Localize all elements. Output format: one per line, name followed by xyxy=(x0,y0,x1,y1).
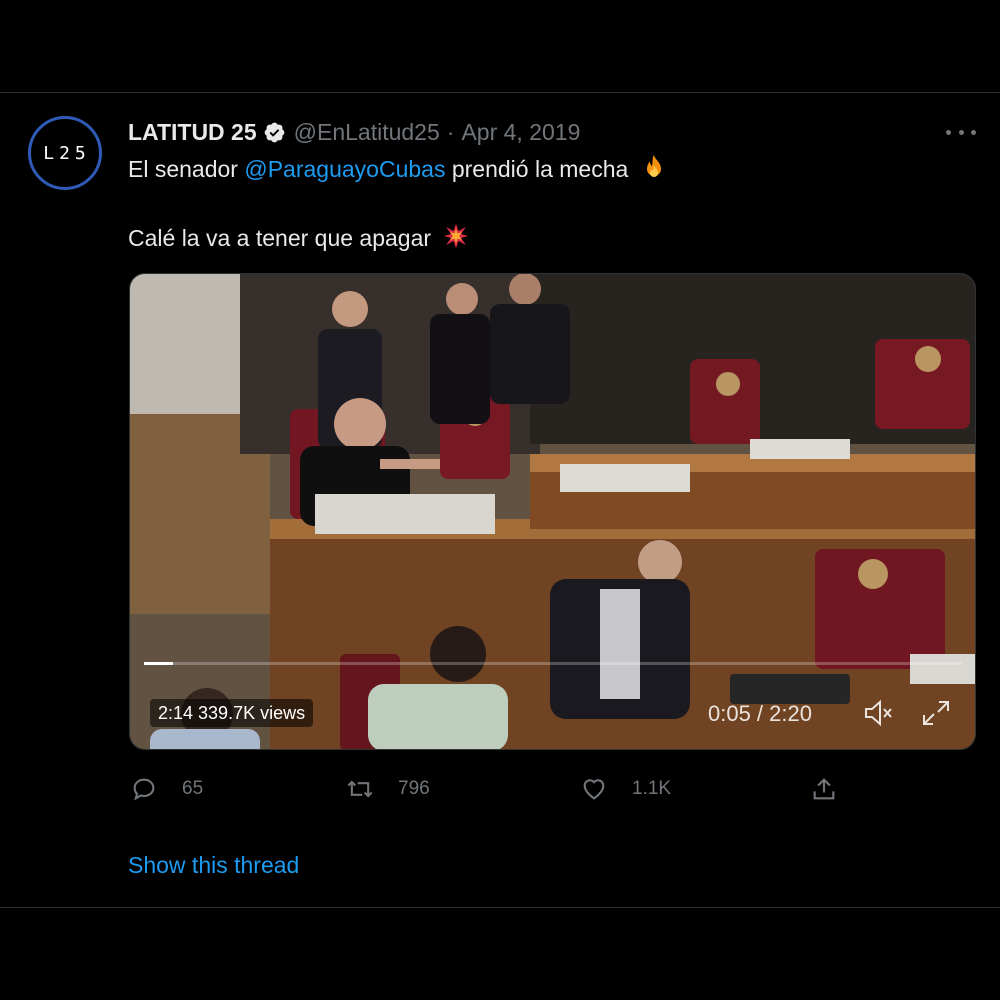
share-button[interactable] xyxy=(810,772,838,806)
reply-count: 65 xyxy=(182,778,204,799)
tweet-text-suffix: prendió la mecha xyxy=(451,156,629,182)
video-duration-views-badge: 2:14 339.7K views xyxy=(150,699,314,727)
avatar-logo-text: L25 xyxy=(43,142,91,164)
video-frame xyxy=(130,274,975,749)
tweet-text-second: Calé la va a tener que apagar xyxy=(128,225,432,251)
tweet-date[interactable]: Apr 4, 2019 xyxy=(461,119,580,146)
show-thread-link[interactable]: Show this thread xyxy=(128,852,299,879)
header-separator: · xyxy=(446,118,455,145)
fire-emoji-icon xyxy=(646,155,661,177)
author-name[interactable]: LATITUD 25 xyxy=(128,119,257,146)
retweet-count: 796 xyxy=(398,778,430,799)
video-progress-fill xyxy=(144,662,174,665)
video-timer: 0:05 / 2:20 xyxy=(708,701,812,726)
reply-button[interactable]: 65 xyxy=(130,772,203,806)
mention-link[interactable]: @ParaguayoCubas xyxy=(244,156,445,182)
more-options-icon[interactable] xyxy=(946,120,976,144)
avatar[interactable]: L25 xyxy=(28,116,102,190)
tweet-text-prefix: El senador xyxy=(128,156,238,182)
tweet-actions: 65 796 1.1K xyxy=(0,772,1000,806)
collision-emoji-icon xyxy=(444,224,469,248)
tweet-text-line-1: El senador @ParaguayoCubas prendió la me… xyxy=(128,154,667,183)
video-progress-bar[interactable] xyxy=(144,662,962,665)
share-icon xyxy=(813,778,835,800)
retweet-button[interactable]: 796 xyxy=(346,772,430,806)
tweet-header: LATITUD 25 @EnLatitud25 · Apr 4, 2019 xyxy=(128,116,580,148)
fullscreen-icon[interactable] xyxy=(920,698,952,728)
video-player[interactable]: 2:14 339.7K views 0:05 / 2:20 xyxy=(129,273,976,750)
verified-badge-icon xyxy=(264,122,284,142)
reply-icon xyxy=(133,778,155,801)
volume-muted-icon[interactable] xyxy=(862,698,894,728)
tweet-text-line-2: Calé la va a tener que apagar xyxy=(128,223,469,252)
like-count: 1.1K xyxy=(632,778,672,799)
like-button[interactable]: 1.1K xyxy=(580,772,671,806)
author-handle[interactable]: @EnLatitud25 xyxy=(294,119,440,146)
heart-icon xyxy=(583,779,605,800)
retweet-icon xyxy=(347,780,373,798)
